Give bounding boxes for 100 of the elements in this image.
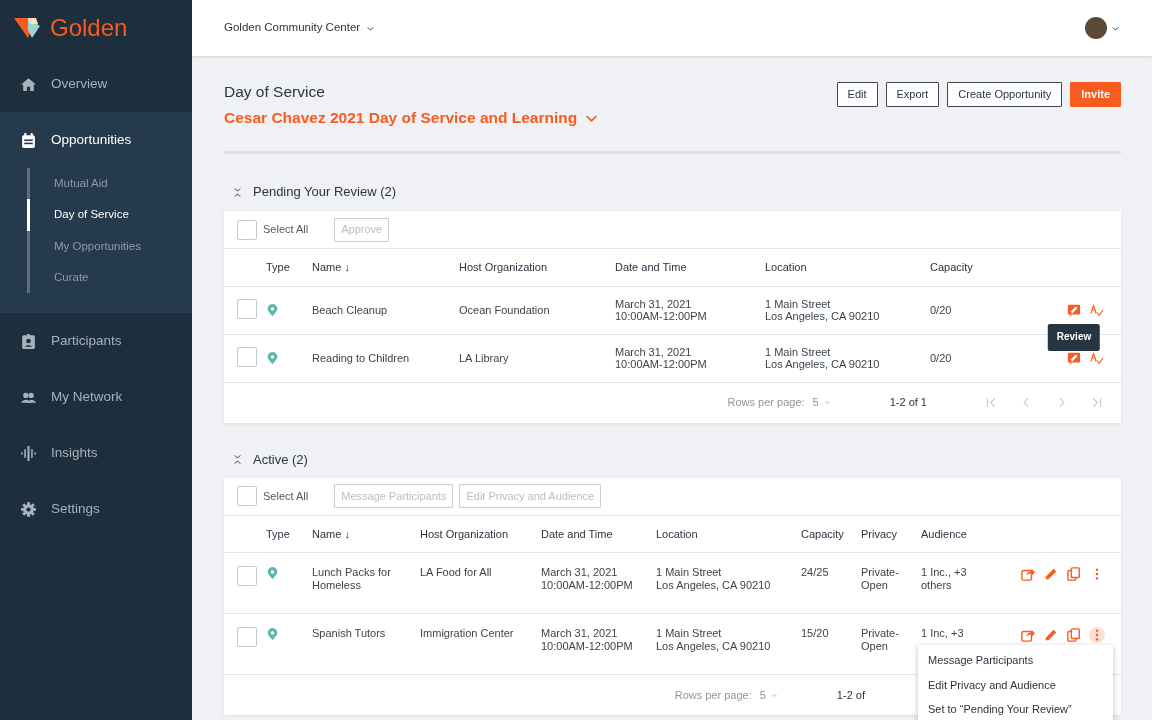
column-header[interactable]: Audience (917, 515, 1010, 553)
user-menu[interactable] (1085, 17, 1120, 39)
spellcheck-icon (1090, 351, 1104, 365)
copy-icon (1067, 567, 1081, 581)
location-pin-icon (266, 351, 279, 365)
page-heading: Day of Service (224, 82, 326, 102)
table-cell: 0/20 (926, 286, 1030, 334)
column-header[interactable]: Location (652, 515, 797, 553)
table-cell: 1 Main Street Los Angeles, CA 90210 (652, 613, 797, 675)
brand-name: Golden (50, 13, 128, 43)
collapse-icon[interactable] (232, 454, 243, 465)
sidebar-item[interactable]: My Network (0, 369, 192, 425)
table-cell: March 31, 2021 10:00AM-12:00PM (611, 334, 761, 382)
column-header[interactable]: Host Organization (416, 515, 537, 553)
pencil-button[interactable] (1043, 627, 1059, 643)
table-cell: Reading to Children (308, 334, 455, 382)
logo-icon (12, 16, 42, 40)
copy-icon (1067, 628, 1081, 642)
share-icon (1021, 628, 1035, 642)
checkbox[interactable] (237, 486, 257, 506)
spellcheck-button[interactable] (1089, 350, 1105, 366)
pagination-range: 1-2 of (836, 687, 865, 703)
sidebar-item[interactable]: Overview (0, 56, 192, 112)
comment-edit-icon (1067, 303, 1081, 317)
rows-per-page-label: Rows per page: (674, 687, 752, 703)
calendar-icon (20, 131, 37, 149)
sidebar-item[interactable]: Participants (0, 313, 192, 369)
column-header[interactable]: Location (761, 249, 926, 286)
sidebar-subitem[interactable]: Mutual Aid (27, 168, 192, 200)
select-all-label: Select All (263, 488, 309, 504)
copy-button[interactable] (1066, 566, 1082, 582)
location-pin-icon (266, 303, 279, 317)
table-cell: Spanish Tutors (308, 613, 416, 675)
sound-wave-icon (20, 444, 37, 462)
table-cell: 1 Main Street Los Angeles, CA 90210 (652, 552, 797, 614)
table-cell: LA Library (455, 334, 611, 382)
column-header[interactable]: Date and Time (611, 249, 761, 286)
checkbox[interactable] (237, 219, 257, 240)
settings-icon (20, 500, 37, 518)
column-header[interactable]: Name ↓ (308, 515, 416, 553)
action-button[interactable]: Edit (836, 82, 878, 107)
spellcheck-icon (1090, 303, 1104, 317)
table-cell: March 31, 2021 10:00AM-12:00PM (611, 286, 761, 334)
table-cell: Private- Open (857, 552, 917, 614)
column-header: Type (262, 515, 308, 553)
table-cell: Immigration Center (416, 613, 537, 675)
checkbox[interactable] (237, 298, 257, 319)
location-pin-icon (266, 566, 279, 580)
comment-edit-icon (1067, 351, 1081, 365)
column-header: Type (262, 249, 308, 286)
table-cell: March 31, 2021 10:00AM-12:00PM (537, 613, 652, 675)
pencil-icon (1044, 628, 1058, 642)
copy-button[interactable] (1066, 627, 1082, 643)
table-cell: March 31, 2021 10:00AM-12:00PM (537, 552, 652, 614)
action-button[interactable]: Create Opportunity (947, 82, 1063, 107)
share-icon (1021, 567, 1035, 581)
org-switcher[interactable]: Golden Community Center (224, 19, 376, 37)
sidebar-subitem[interactable]: Curate (27, 261, 192, 293)
table-cell: 1 Main Street Los Angeles, CA 90210 (761, 334, 926, 382)
checkbox[interactable] (237, 346, 257, 367)
home-icon (20, 75, 37, 93)
collapse-icon[interactable] (232, 186, 243, 198)
select-all-label: Select All (263, 222, 309, 238)
sidebar-subitem[interactable]: My Opportunities (27, 230, 192, 262)
id-badge-icon (20, 332, 37, 350)
tooltip: Review (1047, 324, 1101, 351)
action-button[interactable]: Export (885, 82, 940, 107)
table-cell: Private- Open (857, 613, 917, 675)
table-cell: 1 Inc., +3 others (917, 552, 1010, 614)
rows-per-page-label: Rows per page: (727, 395, 805, 411)
table-cell: 24/25 (797, 552, 857, 614)
comment-edit-button[interactable] (1066, 350, 1082, 366)
checkbox[interactable] (237, 627, 257, 647)
column-header[interactable]: Date and Time (537, 515, 652, 553)
pagination-range: 1-2 of 1 (889, 395, 927, 411)
column-header[interactable]: Capacity (797, 515, 857, 553)
checkbox[interactable] (237, 566, 257, 586)
pencil-button[interactable] (1043, 566, 1059, 582)
table-cell: LA Food for All (416, 552, 537, 614)
menu-item[interactable]: Set to “Pending Your Review” (918, 697, 1113, 720)
menu-item[interactable]: Edit Privacy and Audience (918, 672, 1113, 697)
column-header[interactable]: Privacy (857, 515, 917, 553)
spellcheck-button[interactable] (1089, 302, 1105, 318)
pencil-icon (1044, 567, 1058, 581)
table-cell: Lunch Packs for Homeless (308, 552, 416, 614)
avatar (1085, 17, 1107, 39)
first-page-icon[interactable] (985, 396, 998, 409)
column-header[interactable]: Host Organization (455, 249, 611, 286)
table-cell: 15/20 (797, 613, 857, 675)
table-cell: Ocean Foundation (455, 286, 611, 334)
sidebar-subitem[interactable]: Day of Service (27, 199, 192, 231)
column-header[interactable]: Name ↓ (308, 249, 455, 286)
last-page-icon[interactable] (1090, 396, 1103, 409)
sidebar-item[interactable]: Settings (0, 481, 192, 537)
table-cell: Beach Cleanup (308, 286, 455, 334)
sidebar-item[interactable]: Opportunities (0, 112, 192, 168)
sidebar-item[interactable]: Insights (0, 425, 192, 481)
location-pin-icon (266, 627, 279, 641)
table-cell: 1 Main Street Los Angeles, CA 90210 (761, 286, 926, 334)
column-header[interactable]: Capacity (926, 249, 1030, 286)
